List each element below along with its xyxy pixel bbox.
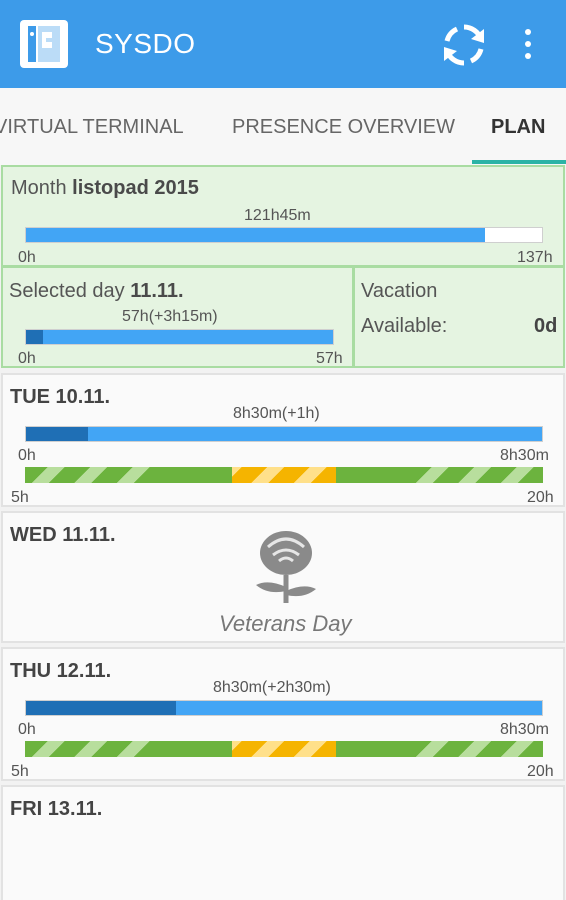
day-progress-bar: [25, 426, 543, 442]
day-overtime-fill: [26, 701, 176, 715]
schedule-segment-flex: [409, 741, 543, 757]
vacation-title: Vacation: [361, 280, 438, 302]
month-max-label: 137h: [517, 249, 553, 266]
day-total: 8h30m(+1h): [233, 405, 320, 422]
holiday-name: Veterans Day: [219, 611, 352, 636]
day-overtime-fill: [26, 427, 88, 441]
day-title: FRI 13.11.: [10, 798, 103, 820]
more-options-icon[interactable]: [516, 26, 540, 62]
day-schedule-bar: [25, 741, 543, 757]
schedule-segment-flex: [409, 467, 543, 483]
selected-day-progress-bar: [25, 329, 334, 345]
day-schedule-bar: [25, 467, 543, 483]
schedule-segment-core: [336, 741, 409, 757]
selected-day-prefix: Selected day: [9, 280, 125, 302]
schedule-segment-flex: [25, 741, 159, 757]
month-name: listopad 2015: [72, 177, 199, 199]
tab-virtual-terminal[interactable]: VIRTUAL TERMINAL: [0, 116, 184, 139]
selected-day-label: Selected day 11.11.: [9, 280, 184, 303]
day-max-label: 8h30m: [500, 721, 549, 738]
active-tab-indicator: [472, 160, 566, 164]
app-logo-icon: [20, 20, 68, 68]
schedule-segment-core: [159, 467, 232, 483]
month-summary-card: Month listopad 2015 121h45m 0h 137h: [1, 165, 565, 267]
vacation-available-value: 0d: [534, 315, 558, 337]
selected-day-date: 11.11.: [130, 280, 184, 302]
schedule-segment-core: [336, 467, 409, 483]
app-title: SYSDO: [95, 28, 196, 59]
day-total: 8h30m(+2h30m): [213, 679, 331, 696]
selected-day-max-label: 57h: [316, 350, 343, 367]
vacation-available-label: Available:: [361, 315, 448, 337]
schedule-segment-break: [232, 467, 336, 483]
day-card-thu[interactable]: THU 12.11. 8h30m(+2h30m) 0h 8h30m 5h 20h: [1, 647, 565, 781]
day-max-label: 8h30m: [500, 447, 549, 464]
selected-day-progress-fill: [26, 330, 333, 344]
day-min-label: 0h: [18, 447, 36, 464]
tab-plan[interactable]: PLAN: [491, 116, 545, 139]
month-progress-fill: [26, 228, 485, 242]
selected-day-total: 57h(+3h15m): [122, 308, 218, 325]
selected-day-card: Selected day 11.11. 57h(+3h15m) 0h 57h: [1, 266, 354, 368]
day-card-tue[interactable]: TUE 10.11. 8h30m(+1h) 0h 8h30m 5h 20h: [1, 373, 565, 507]
day-range-end: 20h: [527, 763, 554, 780]
day-title: WED 11.11.: [10, 524, 116, 546]
sync-icon[interactable]: [438, 19, 490, 71]
month-label: Month listopad 2015: [11, 177, 199, 200]
schedule-segment-core: [159, 741, 232, 757]
tab-bar: VIRTUAL TERMINAL PRESENCE OVERVIEW PLAN: [0, 88, 566, 165]
selected-day-min-label: 0h: [18, 350, 36, 367]
tab-presence-overview[interactable]: PRESENCE OVERVIEW: [232, 116, 455, 139]
day-title: THU 12.11.: [10, 660, 112, 682]
month-progress-bar: [25, 227, 543, 243]
schedule-segment-flex: [25, 467, 159, 483]
selected-day-overtime-fill: [26, 330, 44, 344]
app-bar: SYSDO: [0, 0, 566, 88]
vacation-card: Vacation Available: 0d: [353, 266, 565, 368]
schedule-segment-break: [232, 741, 336, 757]
day-title: TUE 10.11.: [10, 386, 111, 408]
month-prefix: Month: [11, 177, 67, 199]
day-card-wed[interactable]: WED 11.11. Veterans Day: [1, 511, 565, 643]
day-min-label: 0h: [18, 721, 36, 738]
month-min-label: 0h: [18, 249, 36, 266]
rose-icon: [256, 531, 316, 603]
day-card-fri[interactable]: FRI 13.11.: [1, 785, 565, 900]
month-total: 121h45m: [244, 207, 311, 224]
day-range-start: 5h: [11, 489, 29, 506]
day-progress-bar: [25, 700, 543, 716]
day-progress-fill: [26, 427, 542, 441]
day-range-end: 20h: [527, 489, 554, 506]
day-range-start: 5h: [11, 763, 29, 780]
